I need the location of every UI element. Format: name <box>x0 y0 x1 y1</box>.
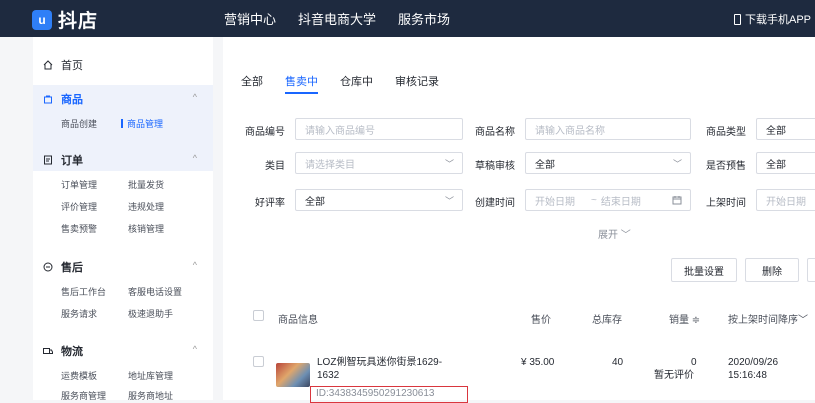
category-select[interactable]: 请选择类目 ﹀ <box>295 152 463 174</box>
product-sales: 0 <box>691 357 697 368</box>
sidebar-item-logistics[interactable]: 物流 <box>43 343 83 359</box>
sidebar-sub-cs-phone[interactable]: 客服电话设置 <box>128 285 182 298</box>
product-id: ID:3438345950291230613 <box>310 386 468 403</box>
chevron-down-icon: ﹀ <box>620 230 631 241</box>
product-listed-date: 2020/09/26 <box>728 357 779 368</box>
sidebar-sub-provider[interactable]: 服务商管理 <box>61 389 106 402</box>
sidebar-sub-provider-address[interactable]: 服务商地址 <box>128 389 173 402</box>
sidebar-sub-review-manage[interactable]: 评价管理 <box>61 200 97 213</box>
chevron-up-icon[interactable]: ^ <box>193 92 197 102</box>
presale-select[interactable]: 全部 <box>756 152 815 174</box>
main-panel: 全部 售卖中 仓库中 审核记录 商品编号 请输入商品编号 商品名称 请输入商品名… <box>223 37 815 403</box>
chevron-up-icon[interactable]: ^ <box>193 153 197 163</box>
col-sales-sort[interactable]: 销量 ≑ <box>669 311 700 326</box>
sort-by-listed-time[interactable]: 按上架时间降序﹀ <box>728 311 808 326</box>
chevron-down-icon: ﹀ <box>444 158 454 169</box>
sidebar-sub-violation[interactable]: 违规处理 <box>128 200 164 213</box>
bag-icon <box>44 95 52 104</box>
sidebar-sub-batch-ship[interactable]: 批量发货 <box>128 178 164 191</box>
truck-icon <box>43 348 53 354</box>
sidebar-sub-sale-warning[interactable]: 售卖预警 <box>61 222 97 235</box>
row-checkbox[interactable] <box>253 356 264 367</box>
brand-name: 抖店 <box>58 11 99 32</box>
rating-label: 好评率 <box>255 198 285 209</box>
goods-type-select[interactable]: 全部 <box>756 118 815 140</box>
goods-no-input[interactable]: 请输入商品编号 <box>295 118 463 140</box>
product-stock: 40 <box>612 357 624 368</box>
sidebar: 首页 商品 ^ 商品创建 商品管理 订单 ^ 订单管理 批量发货 评价管理 违规… <box>33 37 213 402</box>
delete-button[interactable]: 删除 <box>745 258 799 282</box>
download-app-link[interactable]: 下载手机APP <box>733 11 811 27</box>
nav-service-market[interactable]: 服务市场 <box>398 9 450 28</box>
col-price: 售价 <box>531 315 551 326</box>
home-icon <box>43 60 53 70</box>
listed-time-label: 上架时间 <box>706 198 746 209</box>
sidebar-sub-service-request[interactable]: 服务请求 <box>61 307 97 320</box>
expand-filters-toggle[interactable]: 展开 ﹀ <box>598 226 631 241</box>
status-tabs: 全部 售卖中 仓库中 审核记录 <box>241 73 461 94</box>
order-icon <box>44 155 52 165</box>
product-rating-note: 暂无评价 <box>654 370 694 381</box>
product-listed-time: 15:16:48 <box>728 370 767 381</box>
chevron-up-icon[interactable]: ^ <box>193 260 197 270</box>
logo[interactable]: u 抖店 <box>32 6 98 33</box>
product-thumbnail[interactable] <box>276 363 310 387</box>
draft-audit-select[interactable]: 全部 ﹀ <box>525 152 691 174</box>
tab-audit-log[interactable]: 审核记录 <box>395 73 439 89</box>
chevron-down-icon: ﹀ <box>798 315 808 326</box>
col-goods-info: 商品信息 <box>278 315 318 326</box>
phone-icon <box>733 13 741 25</box>
sidebar-item-goods[interactable]: 商品 <box>43 91 83 107</box>
sidebar-sub-writeoff[interactable]: 核销管理 <box>128 222 164 235</box>
presale-label: 是否预售 <box>706 161 746 172</box>
calendar-icon <box>672 196 682 205</box>
col-stock: 总库存 <box>592 315 622 326</box>
nav-university[interactable]: 抖音电商大学 <box>298 9 376 28</box>
sidebar-sub-freight[interactable]: 运费模板 <box>61 369 97 382</box>
goods-name-input[interactable]: 请输入商品名称 <box>525 118 691 140</box>
listed-date-range[interactable]: 开始日期 <box>756 189 815 211</box>
aftersale-icon <box>43 262 53 272</box>
select-all-checkbox[interactable] <box>253 310 264 321</box>
goods-type-label: 商品类型 <box>706 127 746 138</box>
tab-all[interactable]: 全部 <box>241 73 263 89</box>
sidebar-sub-goods-create[interactable]: 商品创建 <box>61 117 97 130</box>
sidebar-item-home[interactable]: 首页 <box>43 57 83 73</box>
sidebar-sub-fast-refund[interactable]: 极速退助手 <box>128 307 173 320</box>
sidebar-sub-goods-manage[interactable]: 商品管理 <box>121 117 163 130</box>
product-price: ¥ 35.00 <box>521 357 555 368</box>
sidebar-item-orders[interactable]: 订单 <box>43 152 83 168</box>
goods-name-label: 商品名称 <box>475 127 515 138</box>
chevron-down-icon: ﹀ <box>672 158 682 169</box>
tab-warehouse[interactable]: 仓库中 <box>340 73 373 89</box>
created-date-range[interactable]: 开始日期 ~ 结束日期 <box>525 189 691 211</box>
product-name[interactable]: LOZ俐智玩具迷你街景1629-1632 <box>317 356 457 382</box>
chevron-down-icon: ﹀ <box>444 195 454 206</box>
sidebar-sub-order-manage[interactable]: 订单管理 <box>61 178 97 191</box>
active-indicator <box>121 119 123 128</box>
download-label: 下载手机APP <box>744 14 811 26</box>
sidebar-item-aftersale[interactable]: 售后 <box>43 259 83 275</box>
rating-select[interactable]: 全部 ﹀ <box>295 189 463 211</box>
sidebar-sub-address[interactable]: 地址库管理 <box>128 369 173 382</box>
logo-icon: u <box>32 9 52 30</box>
more-button[interactable] <box>807 258 815 282</box>
category-label: 类目 <box>265 161 285 172</box>
goods-no-label: 商品编号 <box>245 127 285 138</box>
nav-marketing[interactable]: 营销中心 <box>224 9 276 28</box>
created-time-label: 创建时间 <box>475 198 515 209</box>
top-nav: 营销中心 抖音电商大学 服务市场 <box>224 0 472 37</box>
chevron-up-icon[interactable]: ^ <box>193 344 197 354</box>
top-bar: u 抖店 营销中心 抖音电商大学 服务市场 下载手机APP <box>0 0 815 37</box>
sidebar-sub-aftersale-desk[interactable]: 售后工作台 <box>61 285 106 298</box>
tab-on-sale[interactable]: 售卖中 <box>285 73 318 94</box>
draft-audit-label: 草稿审核 <box>475 161 515 172</box>
batch-settings-button[interactable]: 批量设置 <box>671 258 737 282</box>
